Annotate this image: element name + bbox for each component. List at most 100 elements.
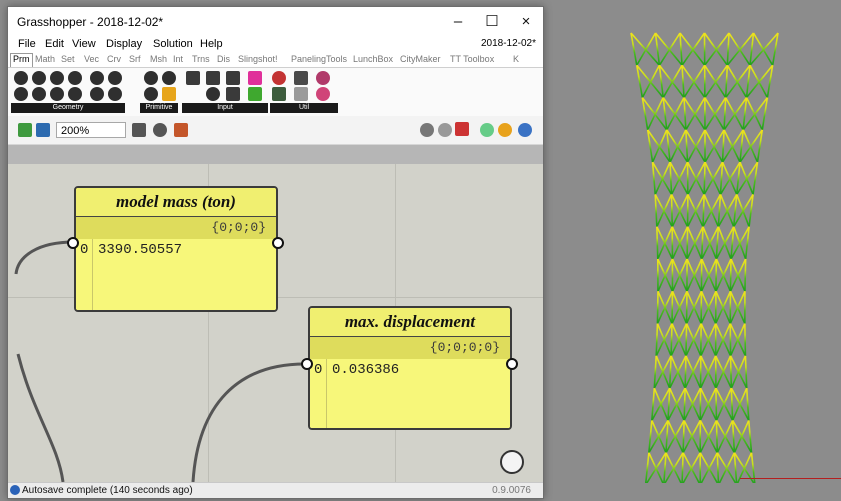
preview-shaded-icon[interactable] <box>455 122 469 136</box>
sketch-icon[interactable] <box>174 123 188 137</box>
panel-model-mass-output-grip[interactable] <box>272 237 284 249</box>
tab-trns[interactable]: Trns <box>192 54 210 64</box>
group-param-icon[interactable] <box>90 87 104 101</box>
maximize-button[interactable]: ☐ <box>475 7 509 37</box>
titlebar[interactable]: Grasshopper - 2018-12-02* – ☐ × <box>8 7 543 37</box>
toggle-icon[interactable] <box>186 71 200 85</box>
lattice-column <box>729 355 733 389</box>
close-button[interactable]: × <box>509 7 543 37</box>
swatch-icon[interactable] <box>248 71 262 85</box>
group-input-label[interactable]: Input <box>182 103 268 113</box>
panel-max-displacement-body: 0 0.036386 <box>310 359 510 428</box>
tab-dis[interactable]: Dis <box>217 54 230 64</box>
mesh-param-icon[interactable] <box>68 71 82 85</box>
document-date: 2018-12-02* <box>480 38 536 49</box>
tab-msh[interactable]: Msh <box>150 54 167 64</box>
vector-param-icon[interactable] <box>50 87 64 101</box>
tab-srf[interactable]: Srf <box>129 54 141 64</box>
brep-param-icon[interactable] <box>108 71 122 85</box>
tab-crv[interactable]: Crv <box>107 54 121 64</box>
tab-vec[interactable]: Vec <box>84 54 99 64</box>
group-util-label[interactable]: Util <box>270 103 338 113</box>
eye-icon[interactable] <box>153 123 167 137</box>
zoom-dropdown[interactable]: 200% <box>56 122 126 138</box>
canvas-header-strip <box>8 145 543 164</box>
tab-citymaker[interactable]: CityMaker <box>400 54 441 64</box>
version-label: 0.9.0076 <box>492 485 531 496</box>
lattice-column <box>724 65 729 98</box>
preview-wire-icon[interactable] <box>438 123 452 137</box>
menubar: File Edit View Display Solution Help 201… <box>8 37 543 53</box>
cherry-icon[interactable] <box>272 71 286 85</box>
panel-max-displacement[interactable]: max. displacement {0;0;0;0} 0 0.036386 <box>308 306 512 430</box>
lattice-column <box>715 420 719 453</box>
panel-model-mass-title: model mass (ton) <box>76 188 276 217</box>
button-icon[interactable] <box>206 87 220 101</box>
menu-file[interactable]: File <box>18 38 36 50</box>
group-primitive-label[interactable]: Primitive <box>140 103 178 113</box>
tab-lunchbox[interactable]: LunchBox <box>353 54 393 64</box>
jump-icon[interactable] <box>272 87 286 101</box>
panel-separator <box>92 239 93 310</box>
text-param-icon[interactable] <box>144 87 158 101</box>
panel-model-mass[interactable]: model mass (ton) {0;0;0} 0 3390.50557 <box>74 186 278 312</box>
panel-icon[interactable] <box>206 71 220 85</box>
tab-prm[interactable]: Prm <box>10 53 33 67</box>
zoom-extents-icon[interactable] <box>132 123 146 137</box>
menu-help[interactable]: Help <box>200 38 223 50</box>
menu-display[interactable]: Display <box>106 38 142 50</box>
lattice-column <box>644 452 650 483</box>
lattice-column <box>729 258 732 292</box>
gradient-icon[interactable] <box>248 87 262 101</box>
tab-math[interactable]: Math <box>35 54 55 64</box>
lattice-column <box>721 129 725 163</box>
preview-mesh-icon[interactable] <box>518 123 532 137</box>
panel-max-displacement-title: max. displacement <box>310 308 510 337</box>
open-file-icon[interactable] <box>18 123 32 137</box>
structure-model <box>630 32 779 483</box>
grasshopper-window[interactable]: Grasshopper - 2018-12-02* – ☐ × File Edi… <box>7 6 544 499</box>
value-list-icon[interactable] <box>226 87 240 101</box>
tab-panelingtools[interactable]: PanelingTools <box>291 54 347 64</box>
menu-view[interactable]: View <box>72 38 96 50</box>
integer-param-icon[interactable] <box>162 71 176 85</box>
flask-icon[interactable] <box>316 87 330 101</box>
tab-int[interactable]: Int <box>173 54 183 64</box>
group-geometry-label[interactable]: Geometry <box>11 103 125 113</box>
lattice-column <box>665 420 669 453</box>
lattice-column <box>730 388 734 421</box>
slider-icon[interactable] <box>226 71 240 85</box>
navigation-wheel-icon[interactable] <box>500 450 524 474</box>
data-dam-icon[interactable] <box>316 71 330 85</box>
curve-param-icon[interactable] <box>32 71 46 85</box>
relay-icon[interactable] <box>294 71 308 85</box>
surface-param-icon[interactable] <box>90 71 104 85</box>
geometry-param-icon[interactable] <box>108 87 122 101</box>
circle-param-icon[interactable] <box>14 71 28 85</box>
plane-param-icon[interactable] <box>32 87 46 101</box>
box-param-icon[interactable] <box>68 87 82 101</box>
panel-max-displacement-output-grip[interactable] <box>506 358 518 370</box>
point-param-icon[interactable] <box>14 87 28 101</box>
preview-selected-icon[interactable] <box>480 123 494 137</box>
line-param-icon[interactable] <box>50 71 64 85</box>
color-param-icon[interactable] <box>162 87 176 101</box>
minimize-button[interactable]: – <box>441 7 475 37</box>
arrow-icon[interactable] <box>294 87 308 101</box>
number-param-icon[interactable] <box>144 71 158 85</box>
tab-slingshot[interactable]: Slingshot! <box>238 54 278 64</box>
tab-k[interactable]: K <box>513 54 519 64</box>
panel-model-mass-input-grip[interactable] <box>67 237 79 249</box>
panel-max-displacement-input-grip[interactable] <box>301 358 313 370</box>
tab-set[interactable]: Set <box>61 54 75 64</box>
canvas-toolbar: 200% <box>8 116 543 145</box>
grasshopper-canvas[interactable]: model mass (ton) {0;0;0} 0 3390.50557 ma… <box>8 164 543 482</box>
preview-color-icon[interactable] <box>498 123 512 137</box>
preview-off-icon[interactable] <box>420 123 434 137</box>
lattice-brace <box>646 97 664 131</box>
menu-solution[interactable]: Solution <box>153 38 193 50</box>
lattice-brace <box>733 420 750 454</box>
save-file-icon[interactable] <box>36 123 50 137</box>
menu-edit[interactable]: Edit <box>45 38 64 50</box>
tab-tt-toolbox[interactable]: TT Toolbox <box>450 54 494 64</box>
